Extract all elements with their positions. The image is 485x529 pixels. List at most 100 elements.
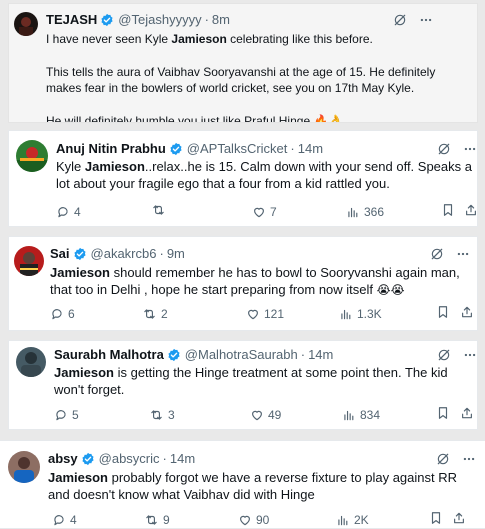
author-handle[interactable]: @MalhotraSaurabh <box>185 347 298 363</box>
verified-badge-icon <box>73 247 87 261</box>
heart-icon <box>240 515 250 526</box>
repost-icon <box>153 205 164 215</box>
tweet-paragraph: This tells the aura of Vaibhav Sooryavan… <box>46 64 436 96</box>
more-dots-icon[interactable] <box>419 13 433 27</box>
avatar[interactable] <box>8 451 40 483</box>
verified-badge-icon <box>169 142 183 156</box>
tweet-paragraph: Kyle Jamieson..relax..he is 15. Calm dow… <box>56 158 476 192</box>
repost-button[interactable]: 9 <box>144 511 170 528</box>
views-count: 834 <box>360 408 381 422</box>
author-name[interactable]: Anuj Nitin Prabhu <box>56 141 166 157</box>
bookmark-button[interactable] <box>429 511 443 525</box>
timestamp[interactable]: 14m <box>170 451 195 467</box>
timestamp[interactable]: 14m <box>308 347 333 363</box>
tweet-paragraph: I have never seen Kyle Jamieson celebrat… <box>46 31 436 47</box>
reply-icon <box>54 515 64 526</box>
avatar[interactable] <box>14 246 44 276</box>
timestamp[interactable]: 14m <box>298 141 323 157</box>
avatar-image <box>16 140 48 172</box>
tweet-text: Kyle Jamieson..relax..he is 15. Calm dow… <box>56 158 476 192</box>
reply-button[interactable]: 5 <box>54 406 79 424</box>
highlighted-term: Jamieson <box>54 365 114 380</box>
tweet-card[interactable]: absy @absycric · 14m Jamieson probably f… <box>0 440 485 529</box>
share-button[interactable] <box>460 305 474 319</box>
views-button[interactable]: 1.3K <box>339 305 382 323</box>
author-handle[interactable]: @APTalksCricket <box>187 141 288 157</box>
tweet-header: Anuj Nitin Prabhu @APTalksCricket · 14m <box>56 141 323 157</box>
separator-dot: · <box>290 141 295 156</box>
bookmark-icon <box>443 204 453 216</box>
highlighted-term: Jamieson <box>84 159 145 174</box>
more-dots-icon[interactable] <box>462 452 476 466</box>
more-dots-icon[interactable] <box>456 247 470 261</box>
more-dots-icon[interactable] <box>463 348 477 362</box>
text-segment: This tells the aura of Vaibhav Sooryavan… <box>46 65 436 95</box>
timestamp[interactable]: 9m <box>167 246 185 262</box>
like-button[interactable]: 121 <box>246 305 284 323</box>
tweet-card[interactable]: Sai @akakrcb6 · 9m Jamieson should remem… <box>8 236 478 331</box>
repost-button[interactable]: 2 <box>142 305 168 323</box>
author-name[interactable]: TEJASH <box>46 12 97 28</box>
bookmark-icon <box>431 512 441 524</box>
views-count: 366 <box>364 205 385 219</box>
emoji: 😭😭 <box>376 283 405 297</box>
reply-count: 5 <box>72 408 79 422</box>
reply-icon <box>56 410 66 421</box>
like-button[interactable]: 49 <box>250 406 281 424</box>
text-segment: Kyle <box>56 159 85 174</box>
author-handle[interactable]: @Tejashyyyyy <box>118 12 201 28</box>
author-handle[interactable]: @absycric <box>99 451 160 467</box>
author-name[interactable]: absy <box>48 451 78 467</box>
repost-count: 9 <box>163 513 170 527</box>
tweet-card[interactable]: Anuj Nitin Prabhu @APTalksCricket · 14m … <box>8 130 478 227</box>
like-button[interactable]: 90 <box>238 511 269 528</box>
tweet-paragraph: Jamieson probably forgot we have a rever… <box>48 469 468 503</box>
author-name[interactable]: Sai <box>50 246 70 262</box>
share-icon <box>462 407 472 419</box>
reply-button[interactable]: 4 <box>52 511 77 528</box>
share-icon <box>462 306 472 318</box>
heart-icon <box>252 410 262 421</box>
repost-button[interactable]: 3 <box>149 406 175 424</box>
avatar[interactable] <box>16 347 46 377</box>
reply-button[interactable]: 4 <box>56 203 81 221</box>
author-handle[interactable]: @akakrcb6 <box>91 246 157 262</box>
grok-icon[interactable] <box>393 13 407 27</box>
tweet-card[interactable]: TEJASH @Tejashyyyyy · 8m I have never se… <box>8 3 478 123</box>
bookmark-button[interactable] <box>441 203 455 217</box>
repost-count: 2 <box>161 307 168 321</box>
avatar[interactable] <box>14 12 38 36</box>
views-button[interactable]: 2K <box>336 511 369 528</box>
share-icon <box>454 512 464 524</box>
timestamp[interactable]: 8m <box>212 12 230 28</box>
tweet-header: Saurabh Malhotra @MalhotraSaurabh · 14m <box>54 347 333 363</box>
text-segment: He will definitely humble you just like … <box>46 114 314 123</box>
more-dots-icon[interactable] <box>463 142 477 156</box>
views-button[interactable]: 834 <box>342 406 380 424</box>
like-button[interactable]: 7 <box>252 203 277 221</box>
grok-icon[interactable] <box>436 452 450 466</box>
reply-button[interactable]: 6 <box>50 305 75 323</box>
text-segment: celebrating like this before. <box>226 32 373 46</box>
repost-button[interactable] <box>151 203 170 217</box>
share-button[interactable] <box>452 511 466 525</box>
share-button[interactable] <box>464 203 477 217</box>
repost-count: 3 <box>168 408 175 422</box>
share-button[interactable] <box>460 406 474 420</box>
reply-count: 4 <box>74 205 81 219</box>
like-count: 121 <box>264 307 285 321</box>
tweet-actions: 4 9 90 2K <box>52 511 472 528</box>
views-icon <box>341 309 351 320</box>
grok-icon[interactable] <box>437 142 451 156</box>
avatar[interactable] <box>16 140 48 172</box>
tweet-paragraph: Jamieson is getting the Hinge treatment … <box>54 364 459 398</box>
avatar-image <box>14 246 44 276</box>
grok-icon[interactable] <box>437 348 451 362</box>
author-name[interactable]: Saurabh Malhotra <box>54 347 164 363</box>
bookmark-button[interactable] <box>436 406 450 420</box>
tweet-card[interactable]: Saurabh Malhotra @MalhotraSaurabh · 14m … <box>8 340 478 430</box>
bookmark-button[interactable] <box>436 305 450 319</box>
views-button[interactable]: 366 <box>346 203 384 221</box>
grok-icon[interactable] <box>430 247 444 261</box>
views-count: 1.3K <box>357 307 382 321</box>
